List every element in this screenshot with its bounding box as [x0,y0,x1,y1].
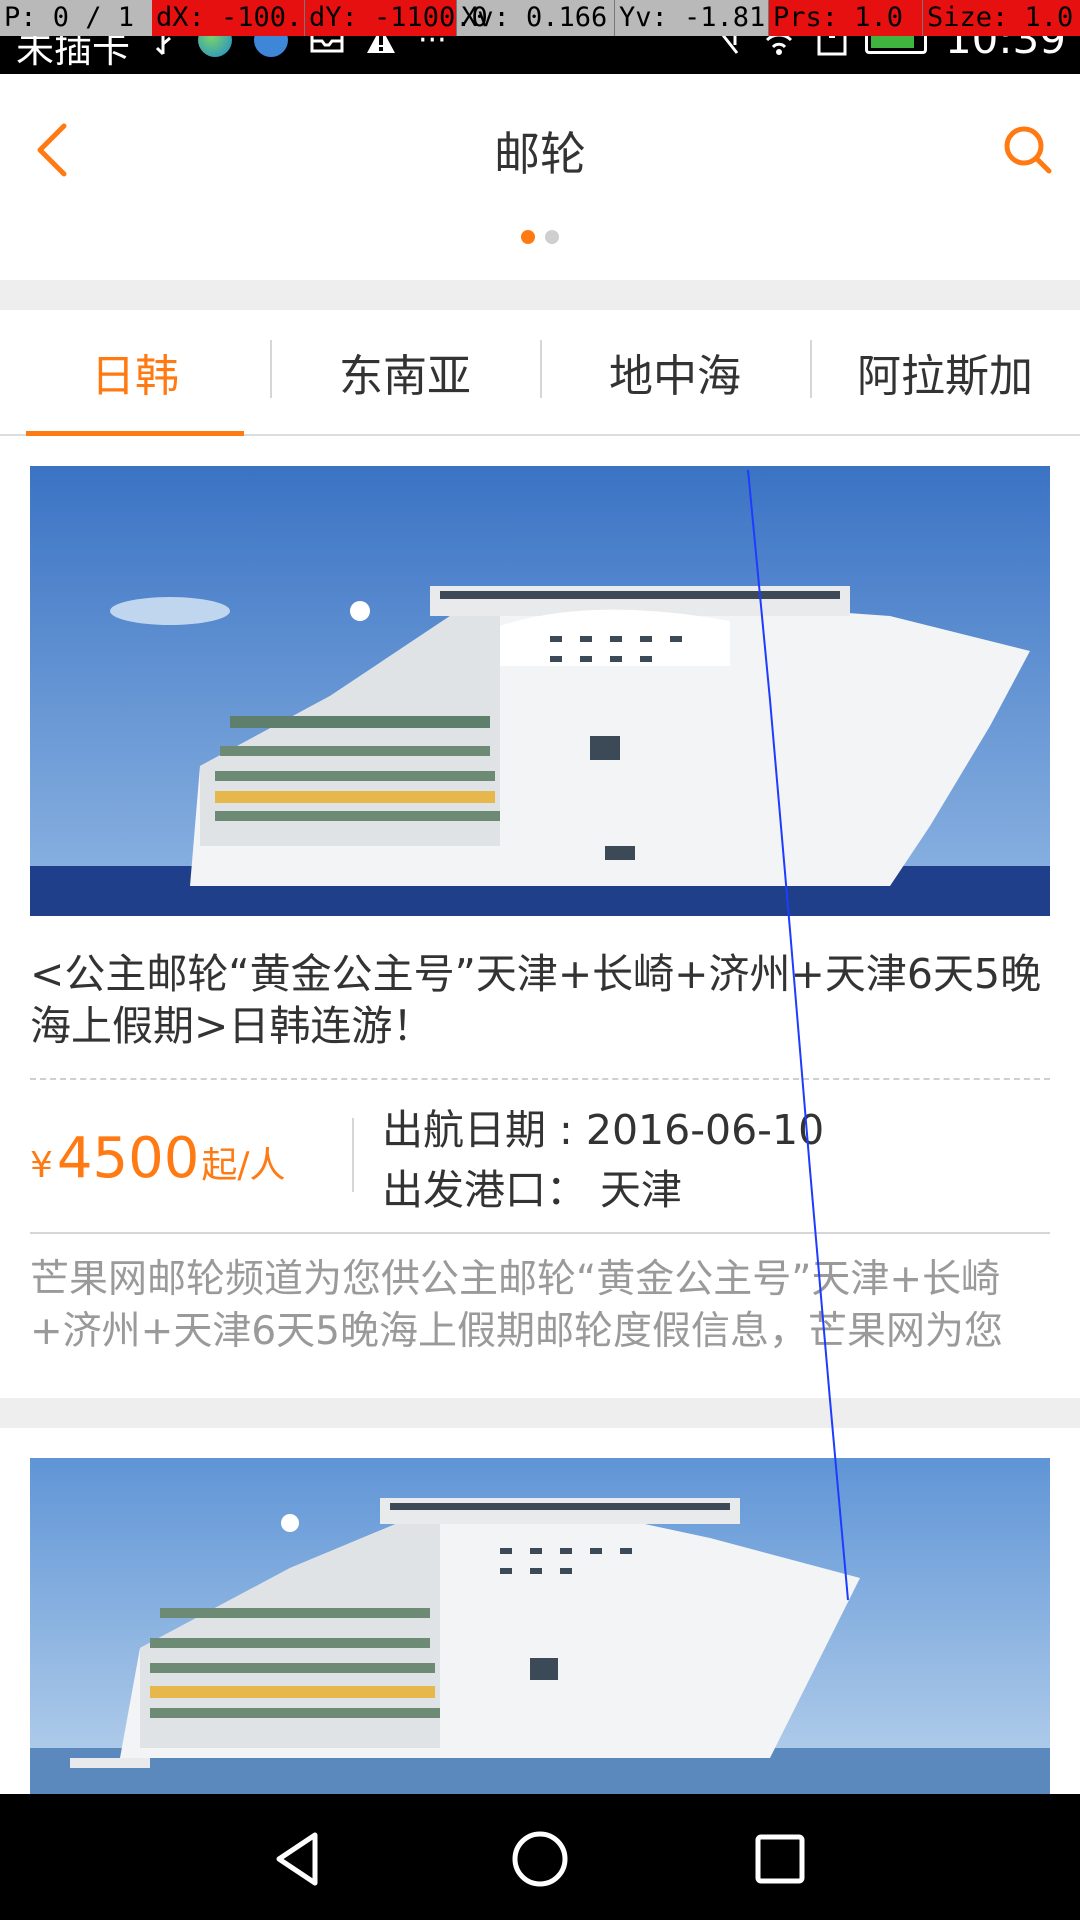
ship-photo [30,466,1050,916]
nav-home-button[interactable] [505,1824,575,1894]
region-tabs: 日韩 东南亚 地中海 阿拉斯加 [0,310,1080,436]
tab-mediterranean[interactable]: 地中海 [540,310,810,434]
pager-dots [0,230,1080,244]
tab-alaska[interactable]: 阿拉斯加 [810,310,1080,434]
debug-xv: Xv: 0.166 [456,0,614,36]
tab-southeast-asia[interactable]: 东南亚 [270,310,540,434]
nav-recents-button[interactable] [745,1824,815,1894]
debug-pointer: P: 0 / 1 [4,2,135,33]
departure-port: 出发港口： 天津 [382,1166,683,1214]
price-divider [352,1118,354,1192]
debug-yv: Yv: -1.811 [614,0,782,36]
cruise-description: 芒果网邮轮频道为您供公主邮轮“黄金公主号”天津+长崎+济州+天津6天5晚海上假期… [30,1257,1003,1354]
system-navigation-bar [0,1794,1080,1920]
page-title: 邮轮 [494,127,586,181]
debug-dy: dY: -1100.0 [304,0,488,36]
circle-home-icon [512,1831,568,1887]
debug-prs: Prs: 1.0 [768,0,922,36]
triangle-back-icon [276,1832,318,1886]
search-icon [1004,126,1052,174]
currency-symbol: ¥ [30,1145,53,1186]
nav-back-button[interactable] [262,1824,332,1894]
cruise-card[interactable] [0,1428,1080,1794]
section-divider [0,280,1080,310]
card-divider [0,1398,1080,1428]
debug-dx: dX: -100.0 [152,0,319,36]
departure-date: 出航日期 : 2016-06-10 [382,1106,825,1154]
header: 邮轮 [0,74,1080,278]
ship-photo [30,1458,1050,1794]
search-button[interactable] [998,120,1058,180]
square-recents-icon [755,1834,805,1884]
pager-dot-active [521,230,535,244]
price-unit: 起/人 [201,1145,286,1186]
pager-dot [545,230,559,244]
solid-divider [30,1232,1050,1234]
cruise-card[interactable]: <公主邮轮“黄金公主号”天津+长崎+济州+天津6天5晚海上假期>日韩连游！ ¥ … [0,436,1080,1396]
cruise-title[interactable]: <公主邮轮“黄金公主号”天津+长崎+济州+天津6天5晚海上假期>日韩连游！ [30,948,1050,1052]
tab-japan-korea[interactable]: 日韩 [0,310,270,436]
price: ¥ 4500 起/人 [30,1126,286,1191]
dashed-divider [30,1078,1050,1080]
price-value: 4500 [56,1126,200,1191]
cruise-ship-image[interactable] [30,1458,1050,1794]
pointer-debug-overlay: P: 0 / 1 dX: -100.0 dY: -1100.0 Xv: 0.16… [0,0,1080,36]
debug-size: Size: 1.0 [922,0,1080,36]
cruise-ship-image[interactable] [30,466,1050,916]
